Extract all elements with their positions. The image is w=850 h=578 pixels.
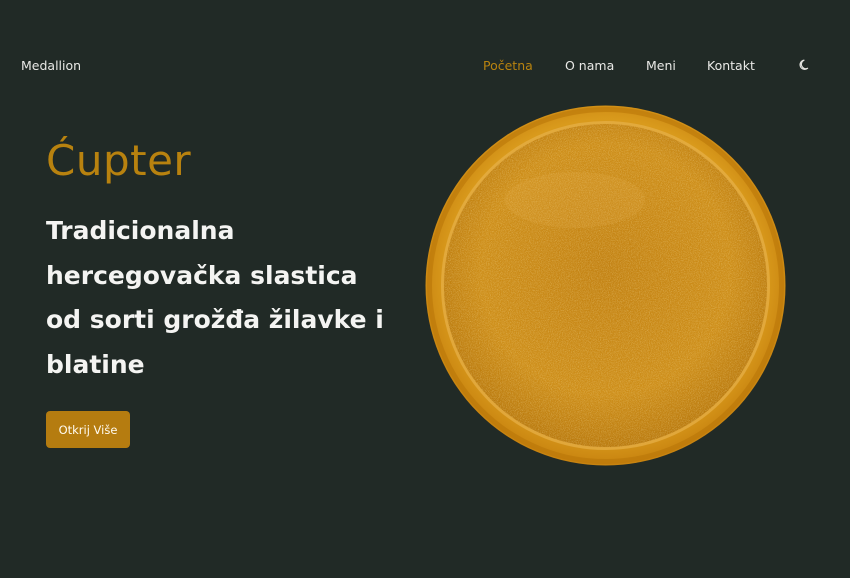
nav-link-kontakt[interactable]: Kontakt [707, 58, 755, 73]
hero-subtitle: Tradicionalna hercegovačka slastica od s… [46, 216, 384, 379]
moon-icon[interactable] [798, 57, 812, 71]
hero-image [425, 105, 786, 466]
nav-link-o-nama[interactable]: O nama [565, 58, 614, 73]
nav-link-meni[interactable]: Meni [646, 58, 676, 73]
main-nav: Početna O nama Meni Kontakt [0, 58, 850, 78]
hero-title: Ćupter [46, 136, 192, 185]
nav-link-pocetna[interactable]: Početna [483, 58, 533, 73]
discover-more-button[interactable]: Otkrij Više [46, 411, 130, 448]
